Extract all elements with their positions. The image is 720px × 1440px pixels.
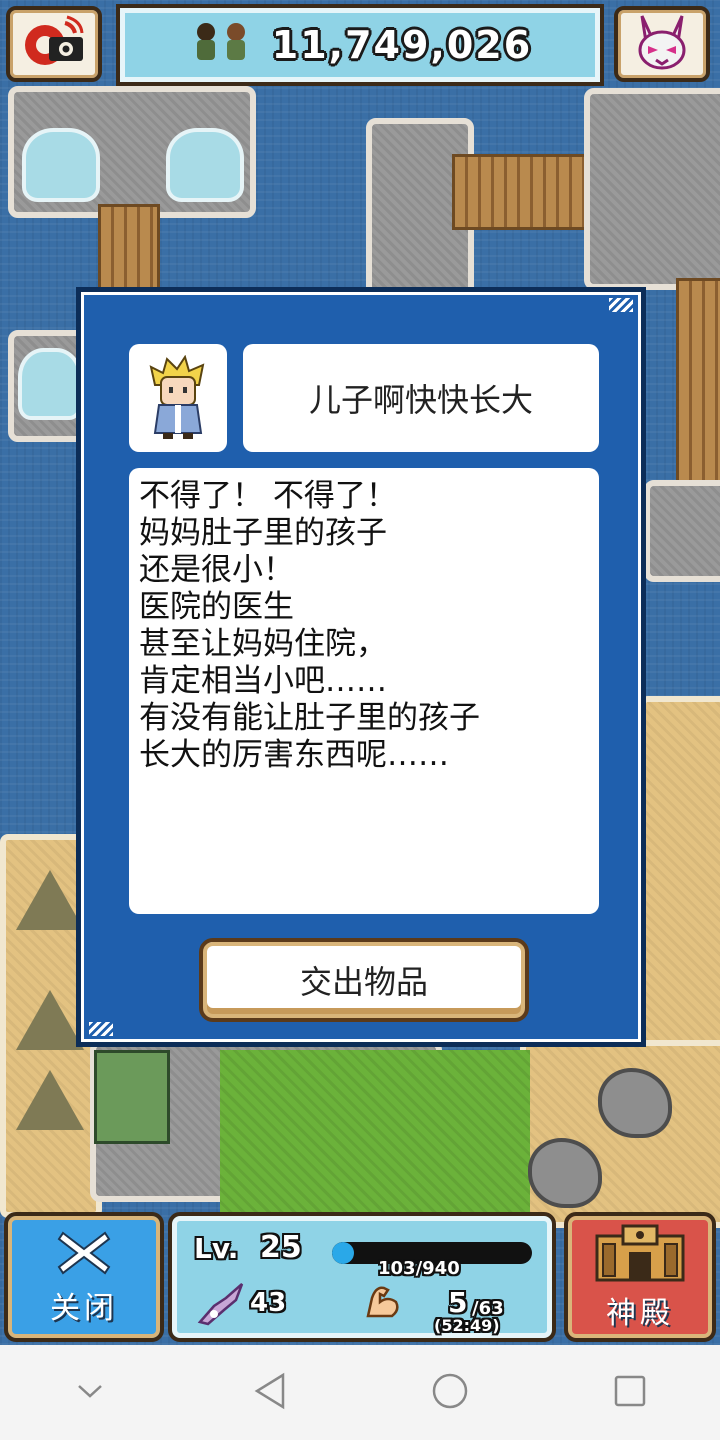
money-display: 11,749,026 xyxy=(116,4,604,86)
chevron-down-icon xyxy=(76,1382,104,1404)
strength-icon xyxy=(362,1280,404,1326)
back-button[interactable] xyxy=(230,1353,310,1433)
recents-button[interactable] xyxy=(590,1353,670,1433)
rabbit-mask-icon xyxy=(630,12,694,76)
temple-button[interactable]: 神殿 xyxy=(564,1212,716,1342)
hide-nav-button[interactable] xyxy=(50,1353,130,1433)
back-triangle-icon xyxy=(253,1372,287,1414)
home-circle-icon xyxy=(430,1371,470,1415)
ice-crystal xyxy=(166,128,244,202)
wooden-bridge xyxy=(452,154,600,230)
temple-icon xyxy=(593,1222,687,1288)
npc-portrait xyxy=(129,344,227,452)
dialog-line: 不得了！ 不得了！ xyxy=(139,478,397,514)
player-status-panel: Lv. 25 103/940 43 5 /63 (52:49) xyxy=(168,1212,556,1342)
dialog-title: 儿子啊快快长大 xyxy=(243,344,599,452)
close-label: 关闭 xyxy=(50,1291,118,1326)
ice-crystal xyxy=(18,348,82,420)
close-button[interactable]: 关闭 xyxy=(4,1212,164,1342)
close-icon xyxy=(55,1227,113,1283)
strength-detail: (52:49) xyxy=(434,1316,500,1335)
submit-item-button[interactable]: 交出物品 xyxy=(199,938,529,1022)
npc-avatar xyxy=(149,355,205,439)
strength-value: 5 xyxy=(448,1286,468,1319)
grass-field xyxy=(220,1050,530,1216)
mountain xyxy=(16,870,84,930)
dialog-corner-decoration xyxy=(89,1022,113,1036)
system-nav-bar xyxy=(0,1345,720,1440)
quest-dialog: 儿子啊快快长大 不得了！ 不得了！ 妈妈肚子里的孩子 还是很小！ 医院的医生 甚… xyxy=(76,287,646,1047)
ice-crystal xyxy=(22,128,100,202)
dialog-line: 有没有能让肚子里的孩子 xyxy=(139,700,480,736)
dialog-line: 还是很小！ xyxy=(139,552,294,588)
dialog-line: 医院的医生 xyxy=(139,589,294,625)
stone-path xyxy=(584,88,720,290)
dialog-line: 长大的厉害东西呢…… xyxy=(139,737,449,773)
mountain xyxy=(16,990,84,1050)
mountain xyxy=(16,1070,84,1130)
home-button[interactable] xyxy=(410,1353,490,1433)
level-value: 25 xyxy=(260,1230,302,1265)
attack-icon xyxy=(196,1278,246,1332)
camera-icon xyxy=(19,15,89,73)
money-value: 11,749,026 xyxy=(271,23,533,67)
stone-path xyxy=(644,480,720,582)
villagers-icon xyxy=(188,20,258,70)
temple-label: 神殿 xyxy=(606,1296,674,1331)
recents-square-icon xyxy=(613,1374,647,1412)
exp-bar-fill xyxy=(332,1242,354,1264)
wooden-bridge xyxy=(98,204,160,294)
dialog-corner-decoration xyxy=(609,298,633,312)
dialog-line: 肯定相当小吧…… xyxy=(139,663,387,699)
shrine-building[interactable] xyxy=(94,1050,170,1144)
rabbit-mask-button[interactable] xyxy=(614,6,710,82)
dialog-line: 甚至让妈妈住院， xyxy=(139,626,387,662)
camera-button[interactable] xyxy=(6,6,102,82)
dialog-line: 妈妈肚子里的孩子 xyxy=(139,515,387,551)
attack-value: 43 xyxy=(250,1288,287,1318)
wooden-bridge xyxy=(676,278,720,490)
exp-text: 103/940 xyxy=(378,1258,460,1279)
level-label: Lv. xyxy=(194,1232,239,1265)
dialog-message: 不得了！ 不得了！ 妈妈肚子里的孩子 还是很小！ 医院的医生 甚至让妈妈住院， … xyxy=(129,468,599,914)
